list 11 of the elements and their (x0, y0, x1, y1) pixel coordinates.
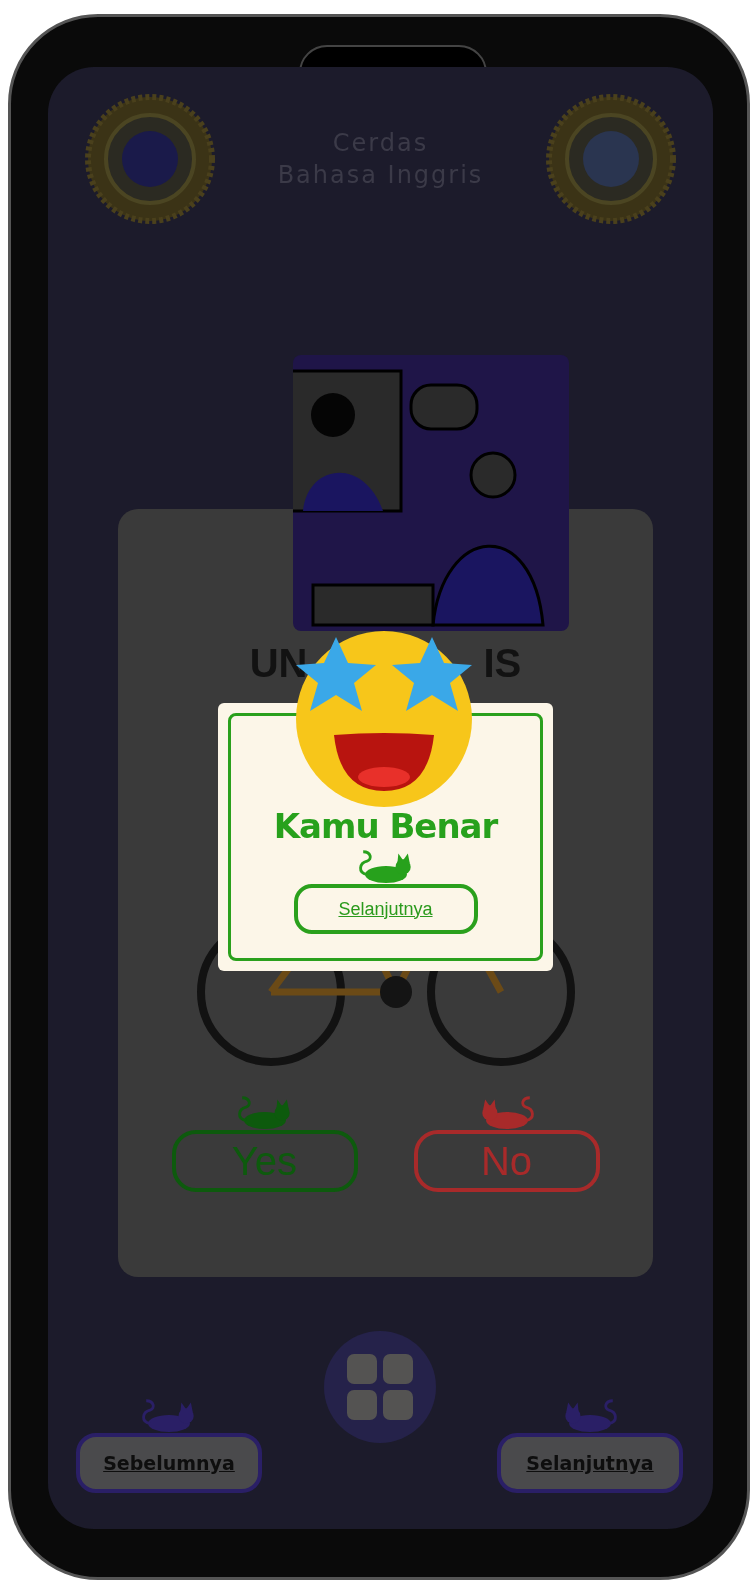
grid-tile-icon (382, 1354, 413, 1384)
answer-button[interactable]: No (413, 1130, 600, 1192)
result-message: Kamu Benar (273, 806, 498, 846)
seal-logo-icon (84, 93, 216, 225)
grid-tile-icon (346, 1354, 377, 1384)
seal-logo-icon (545, 93, 677, 225)
grid-tile-icon (346, 1390, 377, 1420)
grid-tile-icon (382, 1390, 413, 1420)
continue-button[interactable]: Selanjutnya (293, 884, 478, 934)
next-button[interactable]: Selanjutnya (497, 1433, 683, 1493)
previous-button[interactable]: Sebelumnya (76, 1433, 262, 1493)
